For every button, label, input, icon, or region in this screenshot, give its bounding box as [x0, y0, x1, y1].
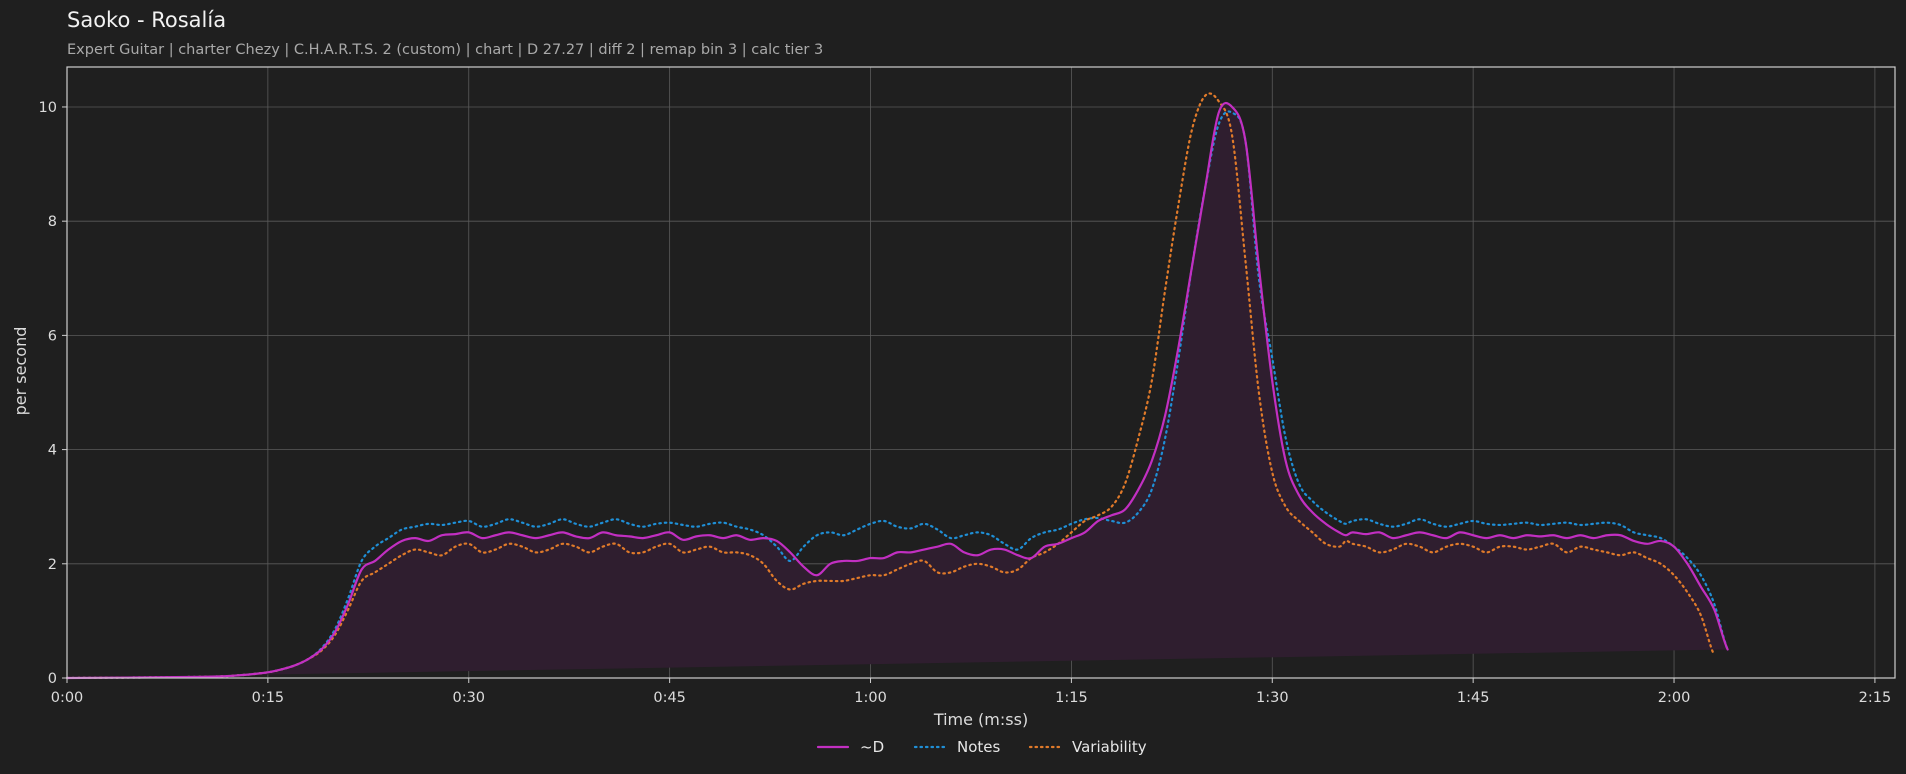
x-axis-ticks: 0:00 0:15 0:30 0:45 1:00 1:15 1:30 1:45 2:00 2:15 — [51, 678, 1891, 706]
legend-label: ~D — [860, 738, 884, 756]
line-chart: 0:00 0:15 0:30 0:45 1:00 1:15 1:30 1:45 2:00 2:15… — [11, 66, 1896, 756]
legend-label: Notes — [957, 738, 1001, 756]
x-tick-label: 0:45 — [653, 690, 686, 706]
y-tick-label: 0 — [48, 671, 57, 687]
x-tick-label: 2:15 — [1859, 690, 1892, 706]
x-tick-label: 0:30 — [452, 690, 485, 706]
x-tick-label: 1:45 — [1457, 690, 1490, 706]
y-tick-label: 2 — [48, 557, 57, 573]
x-tick-label: 1:30 — [1256, 690, 1289, 706]
series-d-area — [67, 103, 1728, 679]
y-tick-label: 6 — [48, 328, 57, 344]
y-tick-label: 8 — [48, 214, 57, 230]
x-tick-label: 1:00 — [854, 690, 887, 706]
x-tick-label: 1:15 — [1055, 690, 1088, 706]
x-tick-label: 0:00 — [51, 690, 84, 706]
x-tick-label: 2:00 — [1658, 690, 1691, 706]
legend: ~D Notes Variability — [816, 738, 1147, 756]
x-axis-label: Time (m:ss) — [933, 710, 1028, 729]
y-tick-label: 4 — [48, 443, 57, 459]
x-tick-label: 0:15 — [252, 690, 285, 706]
y-tick-label: 10 — [39, 100, 57, 116]
y-axis-ticks: 0 2 4 6 8 10 — [39, 100, 67, 687]
y-axis-label: per second — [11, 327, 30, 416]
legend-label: Variability — [1072, 738, 1147, 756]
area-fill-layer — [67, 103, 1728, 679]
